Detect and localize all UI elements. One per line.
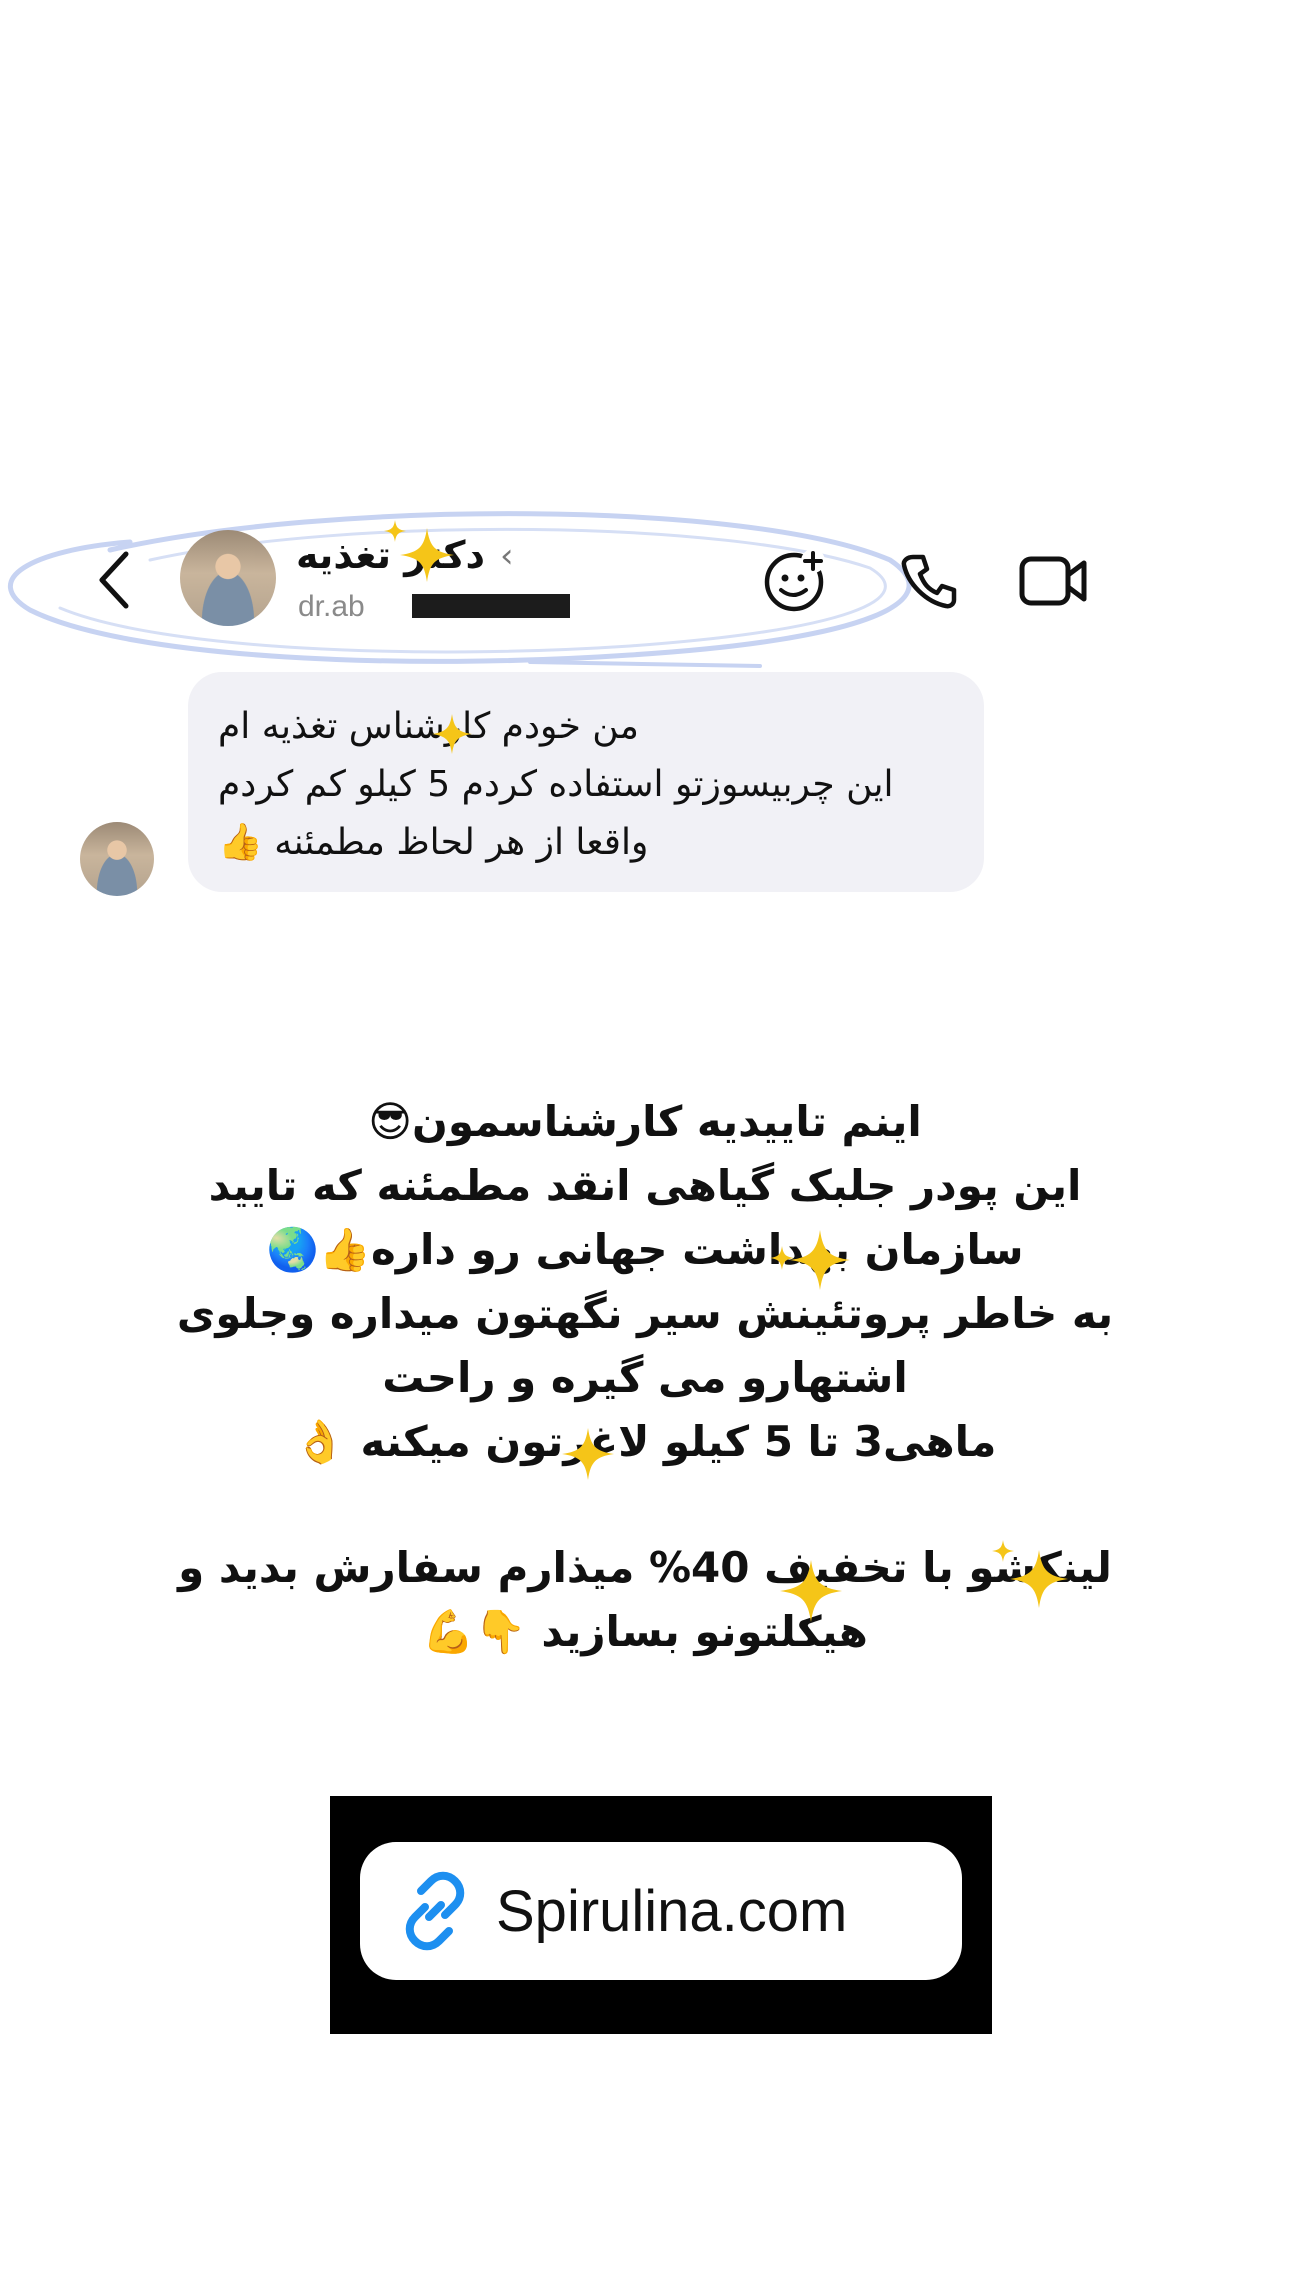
link-pill[interactable]: Spirulina.com (360, 1842, 962, 1980)
video-call-button[interactable] (1018, 548, 1090, 614)
caption-line-2: این پودر جلبک گیاهی انقد مطمئنه که تایید (208, 1161, 1082, 1210)
handle-redaction (412, 594, 570, 618)
message-line-1: من خودم کارشناس تغذیه ام (218, 706, 639, 747)
chevron-left-icon (99, 551, 129, 609)
sender-avatar (80, 822, 154, 896)
video-camera-icon (1019, 556, 1087, 606)
message-bubble[interactable]: من خودم کارشناس تغذیه ام این چربیسوزتو ا… (188, 672, 984, 892)
caption-line-8: هیکلتونو بسازید 👇💪 (422, 1607, 868, 1656)
back-button[interactable] (88, 548, 140, 612)
sticker-button[interactable] (760, 544, 832, 616)
message-line-3: واقعا از هر لحاظ مطمئنه 👍 (218, 822, 649, 863)
phone-icon (901, 554, 957, 609)
story-caption: اینم تاییدیه کارشناسمون😎 این پودر جلبک گ… (140, 1090, 1150, 1664)
caption-line-6: ماهی3 تا 5 کیلو لاغرتون میکنه 👌 (293, 1417, 997, 1466)
call-button[interactable] (896, 548, 962, 614)
message-line-2: این چربیسوزتو استفاده کردم 5 کیلو کم کرد… (218, 764, 894, 805)
caption-line-7: لینکشو با تخفیف 40% میذارم سفارش بدید و (178, 1543, 1112, 1592)
name-chevron-icon: ‹ (500, 536, 514, 576)
contact-avatar[interactable] (180, 530, 276, 626)
link-icon (394, 1870, 476, 1952)
caption-line-3: سازمان بهداشت جهانی رو داره👍🌏 (266, 1225, 1024, 1274)
caption-line-4: به خاطر پروتئینش سیر نگهتون میداره وجلوی (176, 1289, 1114, 1338)
caption-line-1: اینم تاییدیه کارشناسمون😎 (368, 1097, 922, 1146)
sticker-add-icon (764, 549, 825, 612)
link-sticker[interactable]: Spirulina.com (330, 1796, 992, 2034)
caption-line-5: اشتهارو می گیره و راحت (382, 1353, 908, 1402)
link-url[interactable]: Spirulina.com (496, 1878, 847, 1945)
contact-handle: dr.ab (298, 590, 365, 623)
